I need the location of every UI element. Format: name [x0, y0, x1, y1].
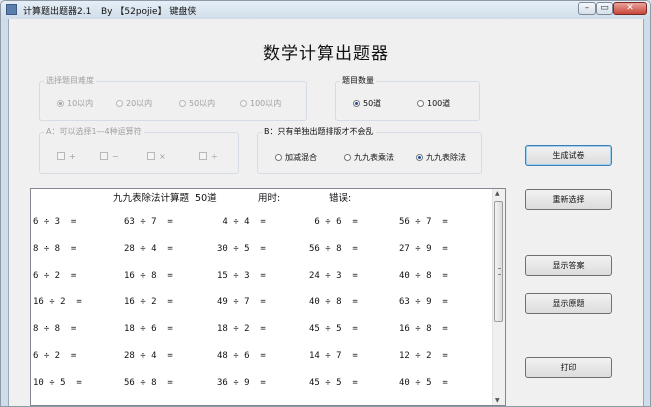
question-cell: 18 ÷ 6 =	[124, 324, 173, 334]
mode-group: B：只有单独出题排版才不会乱 加减混合 九九表乘法 九九表除法	[257, 126, 482, 174]
show-original-button[interactable]: 显示原题	[525, 293, 612, 314]
title-bar[interactable]: 计算题出题器2.1 By 【52pojie】 键盘侠 – ▭ ✕	[1, 1, 650, 19]
checkbox-icon	[199, 152, 207, 160]
question-cell: 15 ÷ 3 =	[217, 271, 266, 281]
question-cell: 30 ÷ 5 =	[217, 244, 266, 254]
difficulty-option-20[interactable]: 20以内	[116, 98, 152, 109]
question-cell: 63 ÷ 7 =	[124, 217, 173, 227]
checkbox-icon	[147, 152, 155, 160]
question-cell: 24 ÷ 3 =	[309, 271, 358, 281]
client-area: 数学计算出题器 选择题目难度 10以内 20以内 50以内 100以内 题目数量…	[8, 19, 644, 406]
question-cell: 49 ÷ 7 =	[217, 297, 266, 307]
operators-group: A：可以选择1—4种运算符 + − × ÷	[39, 126, 239, 174]
sheet-title: 九九表除法计算题 50道	[113, 193, 217, 204]
question-cell: 56 ÷ 7 =	[399, 217, 448, 227]
mode-option-divide[interactable]: 九九表除法	[416, 152, 466, 163]
question-cell: 45 ÷ 5 =	[309, 378, 358, 388]
print-button[interactable]: 打印	[525, 357, 612, 378]
scroll-down-icon[interactable]: ▼	[495, 397, 500, 404]
count-group: 题目数量 50道 100道	[335, 75, 480, 121]
radio-icon	[116, 100, 123, 107]
question-cell: 40 ÷ 8 =	[309, 297, 358, 307]
errors-label: 错误:	[329, 193, 352, 204]
operator-minus-checkbox[interactable]: −	[100, 152, 119, 161]
question-cell: 40 ÷ 8 =	[399, 271, 448, 281]
operators-label: A：可以选择1—4种运算符	[44, 126, 144, 137]
difficulty-group: 选择题目难度 10以内 20以内 50以内 100以内	[39, 75, 307, 121]
question-cell: 36 ÷ 9 =	[217, 378, 266, 388]
reset-button[interactable]: 重新选择	[525, 189, 612, 210]
operator-divide-checkbox[interactable]: ÷	[199, 152, 218, 161]
maximize-button[interactable]: ▭	[596, 2, 613, 15]
radio-icon	[344, 154, 351, 161]
close-button[interactable]: ✕	[613, 2, 647, 15]
count-option-50[interactable]: 50道	[353, 98, 381, 109]
question-cell: 10 ÷ 5 =	[33, 378, 82, 388]
radio-icon	[240, 100, 247, 107]
show-answers-button[interactable]: 显示答案	[525, 255, 612, 276]
app-title: 数学计算出题器	[263, 44, 389, 64]
difficulty-option-10[interactable]: 10以内	[57, 98, 93, 109]
mode-option-multiply[interactable]: 九九表乘法	[344, 152, 394, 163]
mode-label: B：只有单独出题排版才不会乱	[262, 126, 376, 137]
radio-icon	[57, 100, 64, 107]
question-cell: 16 ÷ 8 =	[124, 271, 173, 281]
question-cell: 16 ÷ 8 =	[399, 324, 448, 334]
question-cell: 4 ÷ 4 =	[217, 217, 266, 227]
time-label: 用时:	[258, 193, 281, 204]
operator-plus-checkbox[interactable]: +	[57, 152, 76, 161]
question-cell: 16 ÷ 2 =	[33, 297, 82, 307]
difficulty-option-100[interactable]: 100以内	[240, 98, 281, 109]
window-byline: By 【52pojie】 键盘侠	[101, 7, 197, 17]
question-cell: 28 ÷ 4 =	[124, 351, 173, 361]
scroll-thumb[interactable]	[494, 201, 503, 322]
mode-option-addsub[interactable]: 加减混合	[275, 152, 317, 163]
checkbox-icon	[100, 152, 108, 160]
app-window: 计算题出题器2.1 By 【52pojie】 键盘侠 – ▭ ✕ 数学计算出题器…	[0, 0, 651, 407]
window-title: 计算题出题器2.1	[23, 7, 92, 17]
question-cell: 27 ÷ 9 =	[399, 244, 448, 254]
question-cell: 56 ÷ 8 =	[124, 378, 173, 388]
question-cell: 28 ÷ 4 =	[124, 244, 173, 254]
question-cell: 18 ÷ 2 =	[217, 324, 266, 334]
generate-button[interactable]: 生成试卷	[525, 145, 612, 166]
question-cell: 14 ÷ 7 =	[309, 351, 358, 361]
question-cell: 45 ÷ 5 =	[309, 324, 358, 334]
count-option-100[interactable]: 100道	[417, 98, 450, 109]
radio-icon	[275, 154, 282, 161]
question-cell: 6 ÷ 6 =	[309, 217, 358, 227]
difficulty-label: 选择题目难度	[44, 75, 96, 86]
question-cell: 63 ÷ 9 =	[399, 297, 448, 307]
grip-icon	[498, 268, 501, 275]
question-cell: 16 ÷ 2 =	[124, 297, 173, 307]
minimize-button[interactable]: –	[578, 2, 596, 15]
radio-icon	[353, 100, 360, 107]
vertical-scrollbar[interactable]: ▲ ▼	[492, 189, 505, 405]
question-cell: 8 ÷ 8 =	[33, 244, 77, 254]
question-cell: 8 ÷ 8 =	[33, 324, 77, 334]
question-sheet[interactable]: 九九表除法计算题 50道 用时: 错误: 6 ÷ 3 = 63 ÷ 7 = 4 ÷…	[30, 188, 506, 406]
checkbox-icon	[57, 152, 65, 160]
radio-icon	[416, 154, 423, 161]
question-cell: 6 ÷ 2 =	[33, 271, 77, 281]
radio-icon	[179, 100, 186, 107]
operator-times-checkbox[interactable]: ×	[147, 152, 166, 161]
question-cell: 6 ÷ 3 =	[33, 217, 77, 227]
count-label: 题目数量	[340, 75, 376, 86]
question-cell: 12 ÷ 2 =	[399, 351, 448, 361]
radio-icon	[417, 100, 424, 107]
question-cell: 40 ÷ 5 =	[399, 378, 448, 388]
difficulty-option-50[interactable]: 50以内	[179, 98, 215, 109]
scroll-up-icon[interactable]: ▲	[495, 190, 500, 197]
question-cell: 48 ÷ 6 =	[217, 351, 266, 361]
question-cell: 6 ÷ 2 =	[33, 351, 77, 361]
question-cell: 56 ÷ 8 =	[309, 244, 358, 254]
app-icon	[6, 4, 17, 15]
